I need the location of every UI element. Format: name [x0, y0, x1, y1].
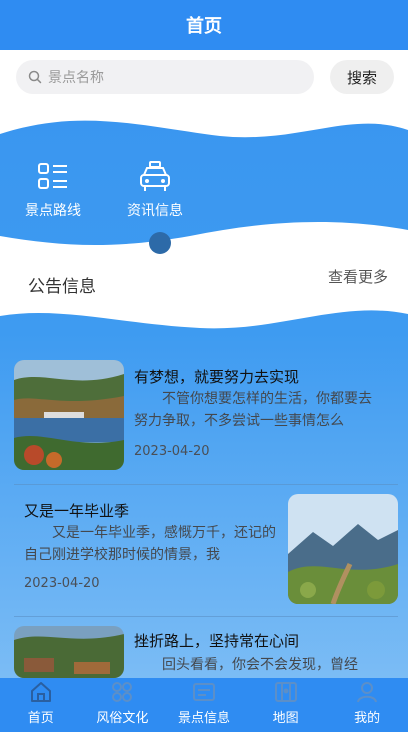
- news-item[interactable]: 挫折路上，坚持常在心间 回头看看，你会不会发现，曾经: [14, 626, 398, 678]
- news-item[interactable]: 有梦想，就要努力去实现 不管你想要怎样的生活，你都要去努力争取，不多尝试一些事情…: [14, 360, 398, 472]
- news-item[interactable]: 又是一年毕业季 又是一年毕业季，感慨万千，还记的自己刚进学校那时候的情景，我 2…: [14, 494, 398, 606]
- news-date: 2023-04-20: [24, 576, 100, 591]
- map-icon: [274, 682, 297, 702]
- search-placeholder: 景点名称: [48, 70, 104, 86]
- search-input[interactable]: 景点名称: [16, 60, 314, 94]
- news-body: 回头看看，你会不会发现，曾经: [162, 657, 358, 673]
- tab-culture-label: 风俗文化: [96, 711, 149, 726]
- news-body: 又是一年毕业季，感慨万千，还记的自己刚进学校那时候的情景，我: [24, 525, 276, 563]
- news-date: 2023-04-20: [134, 444, 210, 459]
- tab-mine[interactable]: 我的: [326, 678, 408, 732]
- grid-icon: [112, 682, 133, 702]
- card-icon: [192, 683, 215, 701]
- tab-home-label: 首页: [27, 711, 54, 726]
- top-bar: 首页: [0, 0, 408, 50]
- news-body: 不管你想要怎样的生活，你都要去努力争取，不多尝试一些事情怎么: [134, 391, 372, 429]
- page-title: 首页: [186, 16, 222, 37]
- tab-home[interactable]: 首页: [0, 678, 82, 732]
- divider: [14, 616, 398, 617]
- news-image-village: [14, 626, 124, 678]
- news-image-mountain: [288, 494, 398, 604]
- divider: [14, 484, 398, 485]
- news-image-lake: [14, 360, 124, 470]
- news-title: 又是一年毕业季: [24, 502, 130, 520]
- home-icon: [30, 682, 51, 702]
- news-title: 挫折路上，坚持常在心间: [134, 632, 300, 650]
- category-route-label: 景点路线: [25, 203, 81, 219]
- search-row: 景点名称 搜索: [0, 50, 408, 104]
- tab-map-label: 地图: [272, 711, 299, 726]
- news-title: 有梦想，就要努力去实现: [134, 368, 300, 386]
- list-icon: [38, 163, 67, 189]
- category-news-label: 资讯信息: [127, 203, 183, 219]
- tab-map[interactable]: 地图: [245, 678, 327, 732]
- carousel-indicator: [149, 232, 171, 254]
- tab-culture[interactable]: 风俗文化: [82, 678, 164, 732]
- category-news[interactable]: 资讯信息: [115, 160, 195, 220]
- tab-mine-label: 我的: [354, 711, 381, 726]
- tab-scenic-label: 景点信息: [177, 711, 230, 726]
- notice-more-link[interactable]: 查看更多: [328, 266, 388, 287]
- wave-decoration: [0, 104, 408, 329]
- search-button[interactable]: 搜索: [330, 60, 394, 94]
- search-icon: [28, 70, 42, 84]
- taxi-icon: [140, 161, 170, 191]
- category-route[interactable]: 景点路线: [13, 160, 93, 220]
- category-row: 景点路线 资讯信息: [0, 160, 408, 224]
- notice-title: 公告信息: [28, 277, 96, 297]
- tab-scenic[interactable]: 景点信息: [163, 678, 245, 732]
- bottom-tab-bar: 首页 风俗文化 景点信息 地图 我的: [0, 678, 408, 732]
- user-icon: [357, 682, 378, 703]
